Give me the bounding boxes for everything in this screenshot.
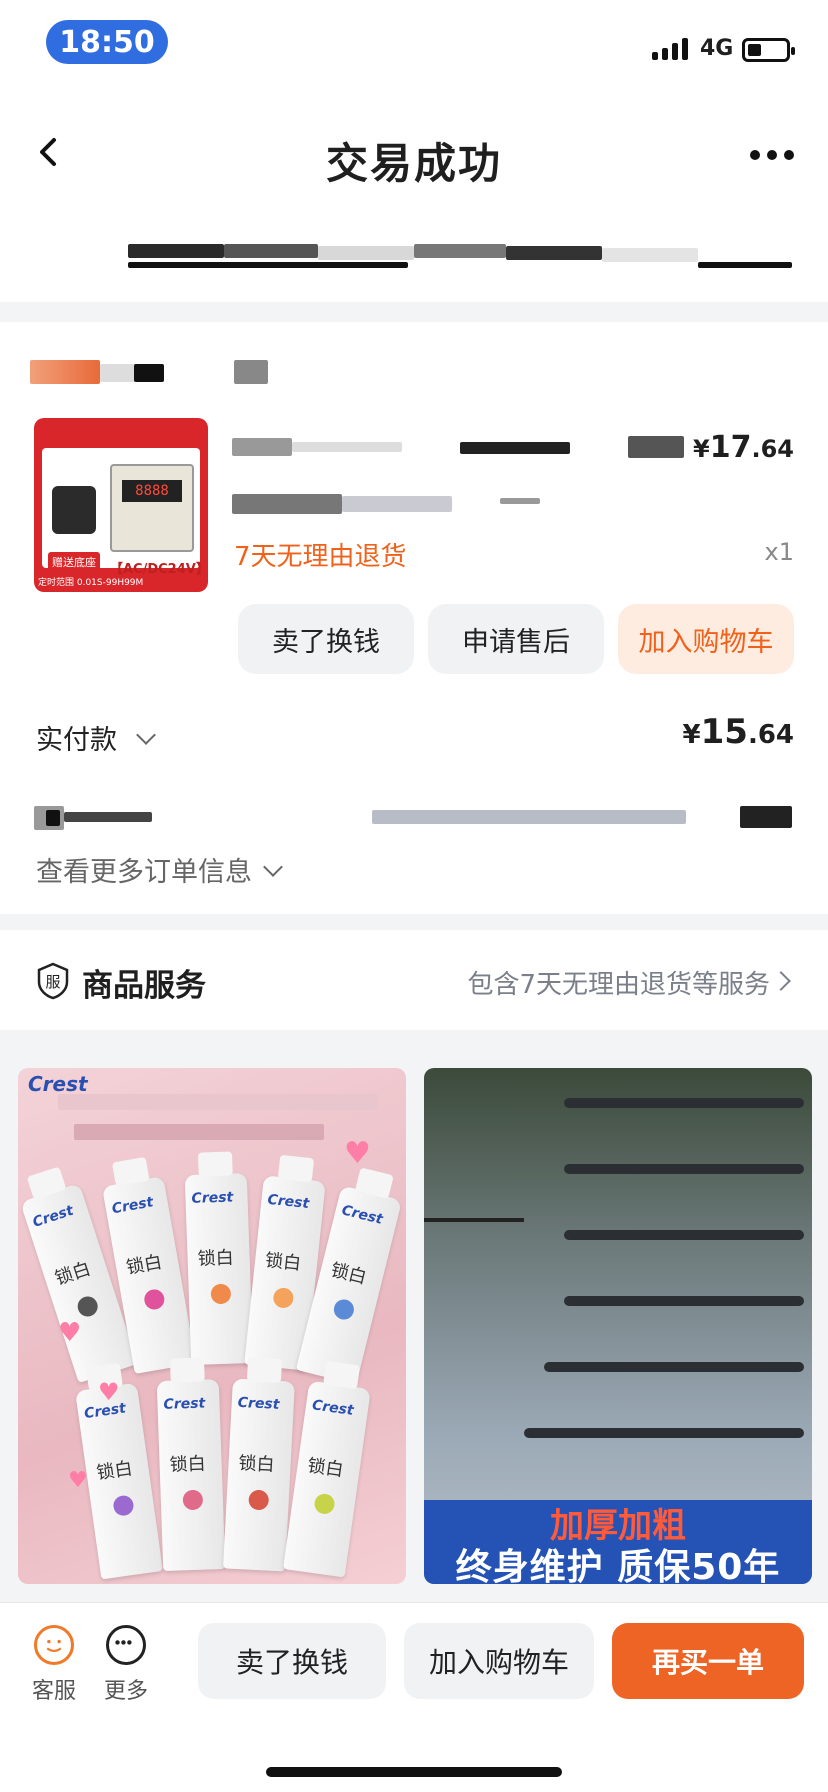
price-integer: 17 [709,430,752,465]
status-bar: 18:50 4G [0,0,828,92]
product-spec-redacted [232,494,542,514]
service-shield-icon: 服 [37,962,69,1000]
socket-graphic [52,486,96,534]
range-label: 定时范围 0.01S-99H99M [38,578,144,588]
svg-text:服: 服 [45,973,60,991]
paid-amount: ¥15.64 [683,712,794,752]
awning-frame [564,1296,804,1306]
more-order-info[interactable]: 查看更多订单信息 [36,850,283,889]
rebuy-button[interactable]: 再买一单 [612,1623,804,1699]
awning-frame [564,1230,804,1240]
toothpaste-tube: Crest 锁白 [156,1357,226,1572]
redacted-text [74,1124,324,1140]
chevron-down-icon [263,856,283,877]
paid-label: 实付款 [36,725,117,756]
toothpaste-tube: Crest 锁白 [75,1362,163,1580]
signal-icon [652,36,688,60]
railing-graphic [424,1218,524,1258]
customer-service-button[interactable]: 客服 [24,1625,84,1705]
service-description: 包含7天无理由退货等服务 [467,970,770,1000]
redacted-text [698,262,792,268]
paid-integer: 15 [700,712,748,752]
crest-logo: Crest [28,1072,88,1096]
redacted-text [128,244,224,258]
redacted-text [224,244,318,258]
add-to-cart-button[interactable]: 加入购物车 [618,604,794,674]
gift-badge: 赠送底座 [48,552,100,572]
price-symbol: ¥ [693,435,710,463]
order-action-buttons: 卖了换钱 申请售后 加入购物车 [238,604,794,674]
redacted-text [506,246,602,260]
product-price: ¥17.64 [693,430,794,465]
chevron-right-icon [771,971,791,991]
redacted-text [318,246,414,260]
home-indicator [266,1767,562,1777]
toothpaste-tube: Crest 锁白 [184,1151,254,1366]
paid-decimal: .64 [747,720,794,750]
order-number-label-redacted [34,806,152,830]
more-label: 更多 [103,1679,148,1704]
timer-device-graphic: 8888 [110,464,194,552]
product-service-row[interactable]: 服 商品服务 包含7天无理由退货等服务 [0,930,828,1030]
customer-service-label: 客服 [31,1679,76,1704]
awning-frame [544,1362,804,1372]
banner-line2: 终身维护 质保50年 [455,1547,781,1584]
network-label: 4G [700,36,734,61]
more-options-icon[interactable] [750,150,794,160]
page-title: 交易成功 [325,139,502,188]
heart-icon: ♥ [98,1378,120,1406]
toothpaste-tube: Crest 锁白 [283,1360,371,1578]
bottom-add-to-cart-button[interactable]: 加入购物车 [404,1623,594,1699]
order-card: 8888 赠送底座 【AC/DC24V】 定时范围 0.01S-99H99M ¥… [0,322,828,914]
redacted-text [602,248,698,262]
recommend-card-toothpaste[interactable]: Crest Crest 锁白 Crest 锁白 Crest 锁白 Crest 锁白 Cr… [18,1068,406,1584]
heart-icon: ♥ [344,1136,371,1171]
sell-button[interactable]: 卖了换钱 [238,604,414,674]
after-sale-button[interactable]: 申请售后 [428,604,604,674]
logistics-info[interactable] [0,222,828,302]
customer-service-icon [34,1625,74,1665]
awning-frame [524,1428,804,1438]
status-time: 18:50 [46,20,168,64]
bottom-sell-button[interactable]: 卖了换钱 [198,1623,386,1699]
recommend-card-awning[interactable]: 加厚加粗 终身维护 质保50年 [424,1068,812,1584]
awning-frame [564,1164,804,1174]
refund-policy-tag: 7天无理由退货 [234,542,407,572]
paid-amount-toggle[interactable]: 实付款 [36,718,156,757]
quantity: x1 [764,538,794,566]
shop-name-redacted[interactable] [30,360,300,384]
product-thumbnail[interactable]: 8888 赠送底座 【AC/DC24V】 定时范围 0.01S-99H99M [34,418,208,592]
service-title: 商品服务 [82,968,206,1004]
redacted-text [58,1094,378,1110]
order-number-redacted[interactable] [372,806,792,828]
redacted-text [414,244,506,258]
paid-symbol: ¥ [682,720,701,750]
promo-banner: 加厚加粗 终身维护 质保50年 [424,1500,812,1584]
more-icon [106,1625,146,1665]
chevron-down-icon [136,724,156,745]
awning-frame [564,1098,804,1108]
more-button[interactable]: 更多 [96,1625,156,1705]
toothpaste-tube: Crest 锁白 [223,1357,295,1572]
bottom-action-bar: 客服 更多 卖了换钱 加入购物车 再买一单 [0,1602,828,1792]
redacted-text [128,262,408,268]
heart-icon: ♥ [58,1318,82,1348]
battery-icon [742,38,795,62]
price-decimal: .64 [751,435,794,463]
heart-icon: ♥ [68,1468,88,1493]
nav-bar: 交易成功 [0,92,828,222]
more-info-label: 查看更多订单信息 [36,857,252,888]
lcd-display: 8888 [122,480,182,502]
product-title-redacted[interactable] [232,436,688,458]
